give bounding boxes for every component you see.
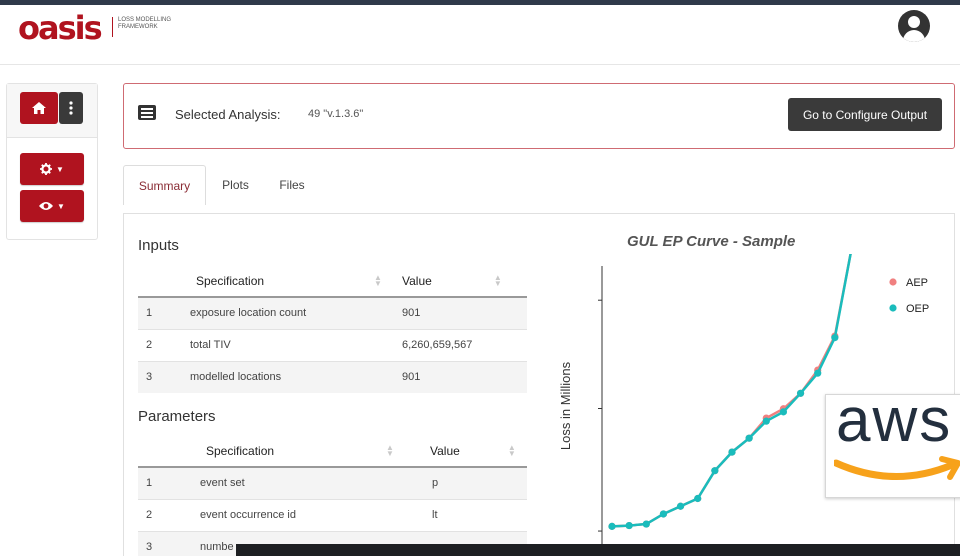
chart-title: GUL EP Curve - Sample (627, 233, 796, 250)
y-axis-label: Loss in Millions (558, 361, 573, 450)
series-line-oep (611, 254, 852, 528)
sort-icon: ▲ ▼ (507, 443, 516, 459)
data-point-oep (728, 448, 736, 456)
caret-down-icon: ▼ (57, 201, 65, 211)
chart-legend: AEP OEP (889, 277, 929, 315)
data-point-oep (659, 510, 668, 518)
kebab-icon (69, 101, 73, 115)
legend-label-aep: AEP (906, 277, 928, 289)
aws-logo-text: aws (836, 394, 953, 455)
row-value: 6,260,659,567 (398, 328, 527, 361)
row-index: 1 (138, 466, 200, 499)
selected-analysis-value: 49 "v.1.3.6" (308, 108, 364, 120)
column-header-specification[interactable]: Specification ▲ ▼ (190, 265, 398, 298)
settings-dropdown-button[interactable]: ▼ (20, 153, 84, 185)
row-specification: total TIV (190, 328, 398, 361)
gear-icon (40, 163, 53, 175)
row-specification: event occurrence id (200, 498, 420, 531)
data-point-oep (831, 334, 839, 342)
tab-summary[interactable]: Summary (123, 165, 206, 205)
row-index: 2 (138, 498, 200, 531)
tab-bar: Summary Plots Files (123, 165, 955, 205)
row-value: 901 (398, 296, 527, 329)
row-specification: event set (200, 466, 420, 499)
column-header-value[interactable]: Value ▲ ▼ (398, 265, 527, 298)
sidebar-menu-button[interactable] (59, 92, 83, 124)
column-header-specification[interactable]: Specification ▲ ▼ (200, 435, 420, 468)
chart-lines (608, 254, 852, 530)
selected-analysis-label: Selected Analysis: (175, 107, 281, 122)
aws-smile-icon (834, 456, 960, 480)
legend-marker-aep (889, 278, 897, 286)
row-index: 3 (138, 530, 200, 556)
data-point-oep (694, 494, 702, 503)
data-point-oep (625, 521, 633, 530)
tab-files[interactable]: Files (268, 165, 316, 204)
tab-plots[interactable]: Plots (212, 165, 259, 204)
logo-divider (112, 17, 113, 37)
series-line-aep (611, 254, 852, 528)
table-row[interactable]: 2 total TIV 6,260,659,567 (138, 328, 527, 361)
app-header: oasis LOSS MODELLING FRAMEWORK (0, 5, 960, 65)
row-specification: modelled locations (190, 360, 398, 393)
data-point-oep (762, 417, 770, 425)
parameters-table: Specification ▲ ▼ Value ▲ ▼ 1 event set p 2 … (138, 435, 527, 556)
chart-axes (598, 266, 862, 556)
inputs-title: Inputs (138, 237, 179, 254)
aws-logo-overlay: aws (825, 394, 960, 498)
selected-analysis-panel: Selected Analysis: 49 "v.1.3.6" Go to Co… (123, 83, 955, 149)
home-icon (32, 102, 46, 114)
sort-icon: ▲ ▼ (374, 273, 382, 289)
list-icon (138, 105, 156, 120)
eye-icon (39, 202, 54, 210)
oasis-logo[interactable]: oasis (18, 9, 103, 47)
configure-output-button[interactable]: Go to Configure Output (788, 98, 942, 131)
row-value: p (420, 466, 527, 499)
row-index: 1 (138, 296, 190, 329)
table-row[interactable]: 1 event set p (138, 466, 527, 499)
logo-subtitle: LOSS MODELLING FRAMEWORK (118, 17, 172, 30)
row-index: 2 (138, 328, 190, 361)
data-point-oep (814, 369, 822, 377)
data-point-oep (608, 522, 616, 530)
summary-panel: Inputs Specification ▲ ▼ Value ▲ ▼ 1 exposur… (123, 213, 955, 556)
legend-label-oep: OEP (906, 303, 929, 315)
data-point-oep (711, 467, 719, 475)
inputs-table: Specification ▲ ▼ Value ▲ ▼ 1 exposure locat… (138, 265, 527, 393)
sidebar-toolbar (7, 84, 97, 138)
sort-icon: ▲ ▼ (386, 443, 394, 459)
legend-marker-oep (889, 304, 897, 312)
dark-overlay-bar (236, 544, 960, 556)
row-value: 901 (398, 360, 527, 393)
row-value: lt (420, 498, 527, 531)
data-point-oep (642, 520, 650, 528)
data-point-oep (796, 389, 805, 397)
caret-down-icon: ▼ (56, 164, 64, 174)
table-row[interactable]: 1 exposure location count 901 (138, 296, 527, 329)
view-dropdown-button[interactable]: ▼ (20, 190, 84, 222)
sidebar: ▼ ▼ (6, 83, 98, 240)
row-specification: exposure location count (190, 296, 398, 329)
user-avatar-icon[interactable] (898, 10, 930, 42)
parameters-title: Parameters (138, 408, 216, 425)
table-row[interactable]: 3 modelled locations 901 (138, 360, 527, 393)
home-button[interactable] (20, 92, 58, 124)
table-row[interactable]: 2 event occurrence id lt (138, 498, 527, 531)
data-point-oep (779, 408, 788, 416)
data-point-oep (676, 502, 685, 510)
column-header-value[interactable]: Value ▲ ▼ (420, 435, 527, 468)
row-index: 3 (138, 360, 190, 393)
sort-icon: ▲ ▼ (493, 273, 502, 289)
data-point-oep (745, 434, 753, 442)
